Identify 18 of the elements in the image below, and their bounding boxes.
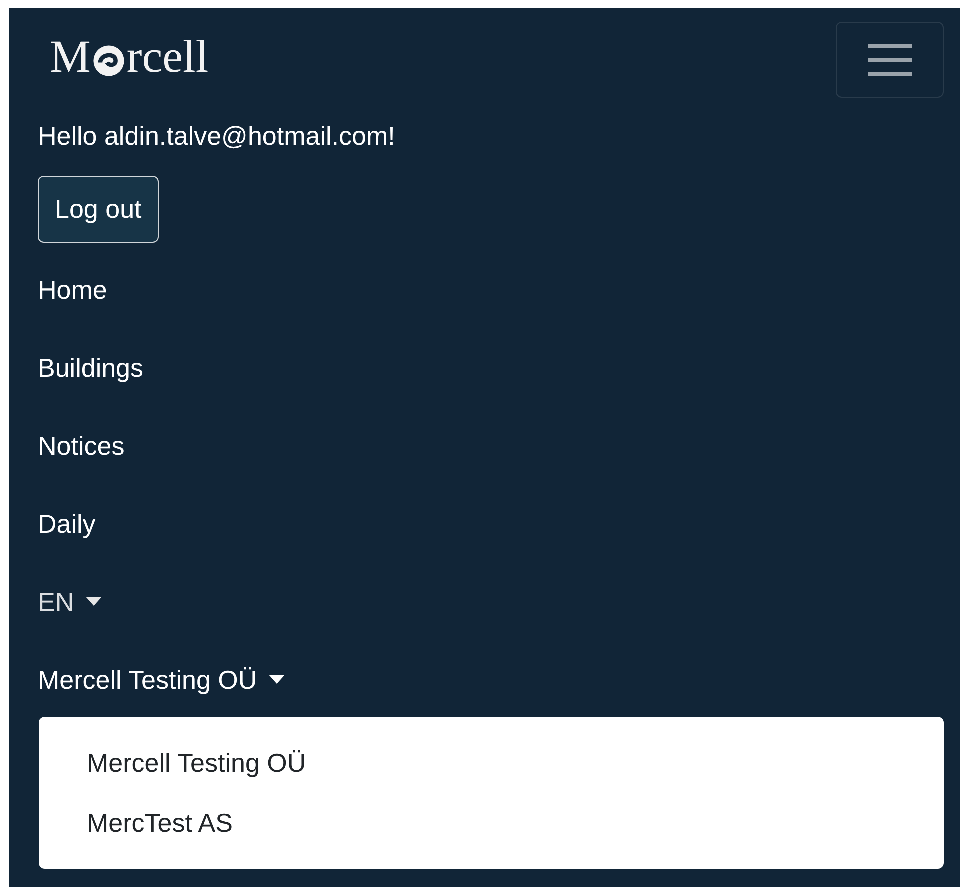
logo-text: M xyxy=(50,34,91,80)
dropdown-item[interactable]: Mercell Testing OÜ xyxy=(39,733,944,793)
dropdown-item[interactable]: MercTest AS xyxy=(39,793,944,853)
menu-button[interactable] xyxy=(836,22,944,98)
swirl-icon xyxy=(92,44,126,78)
caret-icon xyxy=(269,675,286,685)
logo-text: rcell xyxy=(126,34,209,80)
nav-link[interactable]: Buildings xyxy=(38,329,144,407)
nav-link[interactable]: Daily xyxy=(38,485,96,563)
nav-link[interactable]: Home xyxy=(38,251,108,329)
greeting-text: Hello aldin.talve@hotmail.com! xyxy=(38,120,396,152)
logout-button[interactable]: Log out xyxy=(38,176,159,243)
menu-icon xyxy=(866,42,914,78)
nav-link[interactable]: Notices xyxy=(38,407,125,485)
language-dropdown[interactable]: EN xyxy=(38,563,102,641)
company-dropdown[interactable]: Mercell Testing OÜ xyxy=(38,641,286,719)
caret-icon xyxy=(86,597,102,607)
logo[interactable]: M rcell xyxy=(50,34,209,80)
